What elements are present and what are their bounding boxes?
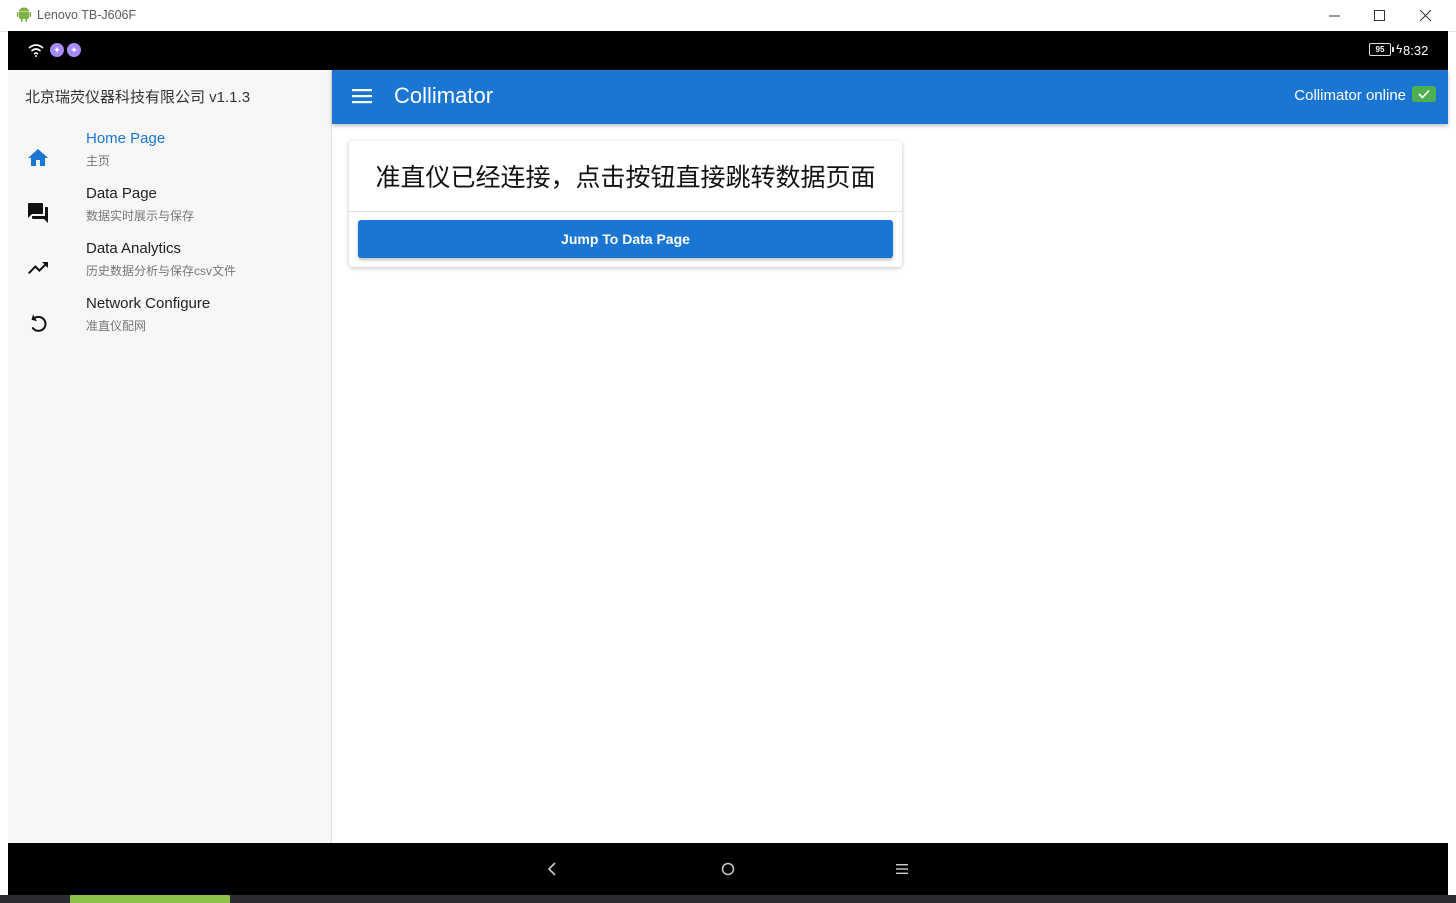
connection-card: 准直仪已经连接，点击按钮直接跳转数据页面 Jump To Data Page [349, 141, 902, 267]
battery-tip [1392, 47, 1394, 52]
notification-icon: ✦ [67, 43, 81, 57]
main-content: Collimator Collimator online 准直仪已经连接，点击按… [332, 70, 1448, 843]
window-titlebar: Lenovo TB-J606F [0, 0, 1456, 32]
android-navbar [8, 843, 1448, 895]
navigation-drawer: 北京瑞荧仪器科技有限公司 v1.1.3 Home Page 主页 Data Pa… [8, 70, 332, 843]
clock: 8:32 [1403, 43, 1429, 58]
emulator-window: Lenovo TB-J606F ✦ ✦ 95 ϟ 8:32 北京瑞荧仪器科技有限… [0, 0, 1456, 895]
minimize-icon[interactable] [1311, 0, 1357, 31]
nav-item-network[interactable]: Network Configure 准直仪配网 [8, 295, 331, 347]
home-circle-icon[interactable] [716, 857, 740, 881]
nav-label: Network Configure [86, 295, 211, 312]
nav-item-home[interactable]: Home Page 主页 [8, 130, 331, 182]
close-icon[interactable] [1402, 0, 1448, 31]
app-title: Collimator [394, 83, 494, 108]
connection-status: Collimator online [1294, 87, 1406, 104]
app-bar: Collimator Collimator online [332, 70, 1448, 124]
nav-sublabel: 准直仪配网 [86, 319, 147, 333]
android-statusbar: ✦ ✦ 95 ϟ 8:32 [8, 31, 1448, 70]
connection-message: 准直仪已经连接，点击按钮直接跳转数据页面 [349, 141, 902, 212]
window-title: Lenovo TB-J606F [37, 8, 137, 22]
trending-up-icon [28, 262, 48, 274]
nav-sublabel: 历史数据分析与保存csv文件 [86, 264, 237, 278]
nav-label: Data Analytics [86, 240, 182, 257]
nav-label: Home Page [86, 130, 166, 147]
drawer-header: 北京瑞荧仪器科技有限公司 v1.1.3 [25, 89, 251, 106]
menu-icon[interactable] [352, 87, 374, 105]
nav-item-analytics[interactable]: Data Analytics 历史数据分析与保存csv文件 [8, 240, 331, 292]
jump-to-data-page-button[interactable]: Jump To Data Page [358, 220, 893, 258]
nav-label: Data Page [86, 185, 157, 202]
notification-icon: ✦ [50, 43, 64, 57]
nav-sublabel: 数据实时展示与保存 [86, 209, 195, 223]
nav-sublabel: 主页 [86, 154, 111, 168]
charging-icon: ϟ [1396, 42, 1403, 56]
recents-icon[interactable] [890, 857, 914, 881]
android-icon [17, 7, 31, 22]
home-icon [28, 149, 48, 166]
nav-item-data[interactable]: Data Page 数据实时展示与保存 [8, 185, 331, 237]
chat-icon [28, 203, 48, 223]
refresh-icon [31, 314, 47, 332]
back-icon[interactable] [540, 857, 564, 881]
battery-icon: 95 [1369, 43, 1391, 56]
maximize-icon[interactable] [1356, 0, 1402, 31]
check-icon [1412, 86, 1436, 102]
wifi-icon [28, 44, 44, 57]
